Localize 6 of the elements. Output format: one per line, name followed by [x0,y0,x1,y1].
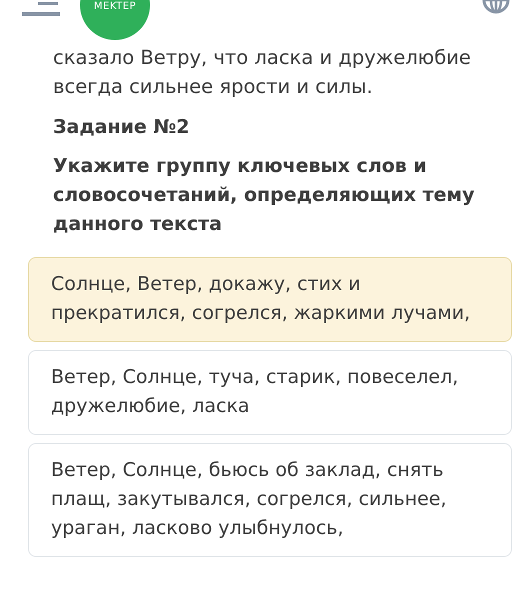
answer-option[interactable]: Ветер, Солнце, туча, старик, повеселел, дружелюбие, ласка [28,350,512,435]
answer-option[interactable]: Ветер, Солнце, бьюсь об заклад, снять плащ, закутывался, согрелся, сильнее, ураган, ласково улыбнулось, [28,443,512,557]
answer-option[interactable]: Солнце, Ветер, докажу, стих и прекратился, согрелся, жаркими лучами, [28,257,512,342]
passage-text: сказало Ветру, что ласка и дружелюбие всегда сильнее ярости и силы. [53,45,472,100]
question-text: Укажите группу ключевых слов и словосочетаний, определяющих тему данного текста [53,154,476,237]
task-title: Задание №2 [53,115,191,140]
